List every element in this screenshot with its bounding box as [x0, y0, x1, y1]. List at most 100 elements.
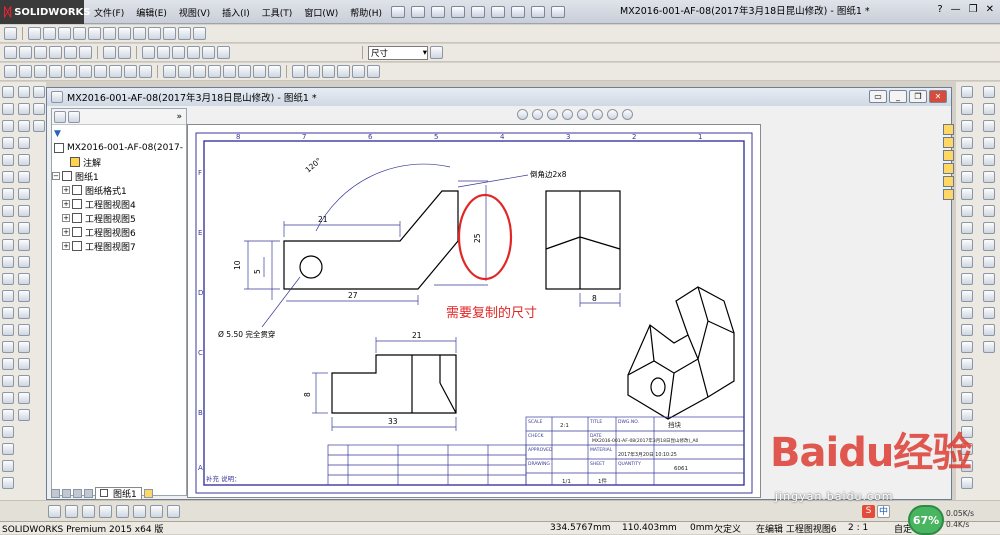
sketch-copy-icon[interactable] — [983, 341, 995, 353]
zoom-in-icon[interactable] — [58, 27, 71, 40]
view-right[interactable] — [545, 190, 621, 290]
slot-icon[interactable] — [961, 222, 973, 234]
chamfer-note[interactable]: 倒角边2x8 — [530, 169, 567, 179]
dim-21-text[interactable]: 21 — [318, 215, 328, 224]
trim-icon[interactable] — [292, 65, 305, 78]
sketch-mirror-icon[interactable] — [983, 273, 995, 285]
first-sheet-icon[interactable] — [51, 488, 60, 498]
point-icon[interactable] — [238, 65, 251, 78]
dim-8-right-text[interactable]: 8 — [592, 294, 597, 303]
open-icon[interactable] — [431, 6, 446, 18]
tree-item[interactable]: + 工程图视图6 — [52, 225, 186, 239]
revision-icon[interactable] — [2, 256, 14, 268]
fix-tool-icon[interactable] — [18, 307, 30, 319]
distribute-icon[interactable] — [94, 65, 107, 78]
menu-help[interactable]: 帮助(H) — [344, 6, 388, 19]
cpu-gauge[interactable]: 67% — [908, 505, 944, 535]
arc-r-icon[interactable] — [961, 256, 973, 268]
detail-icon[interactable] — [2, 443, 14, 455]
tree-item[interactable]: + 工程图视图5 — [52, 211, 186, 225]
tb-drawing-no[interactable]: MX2016-001-AF-08(2017年3月18日昆山修改)_A0 — [592, 437, 699, 444]
block-icon[interactable] — [2, 273, 14, 285]
chamfer-tool-icon[interactable] — [18, 222, 30, 234]
zoom-to-area-icon[interactable] — [532, 109, 543, 120]
sketch-offset-icon[interactable] — [983, 256, 995, 268]
color-display-icon[interactable] — [217, 46, 230, 59]
arc-icon[interactable] — [208, 65, 221, 78]
sketch-star-icon[interactable] — [983, 205, 995, 217]
space-icon[interactable] — [109, 65, 122, 78]
view-settings-icon[interactable] — [607, 109, 618, 120]
tree-expander[interactable]: + — [62, 200, 70, 208]
filter-icon[interactable]: ▼ — [54, 129, 61, 139]
hole-note[interactable]: Ø 5.50 完全贯穿 — [218, 329, 275, 339]
ime-mode-icon[interactable]: 中 — [877, 505, 890, 518]
tree-expander[interactable]: − — [52, 172, 60, 180]
select-icon[interactable] — [103, 46, 116, 59]
hatch-icon[interactable] — [2, 290, 14, 302]
sketch-text-icon[interactable] — [983, 188, 995, 200]
fillet-icon[interactable] — [961, 290, 973, 302]
resources-icon[interactable] — [961, 86, 973, 98]
circle-icon[interactable] — [193, 65, 206, 78]
dim-27-text[interactable]: 27 — [348, 291, 358, 300]
tree-root[interactable]: MX2016-001-AF-08(2017- — [52, 141, 186, 155]
save-doc-icon[interactable] — [34, 46, 47, 59]
view-top-left[interactable] — [283, 190, 459, 290]
layer-icon[interactable] — [142, 46, 155, 59]
dim-21-front-text[interactable]: 21 — [412, 331, 422, 340]
explorer-tab-icon[interactable] — [943, 150, 954, 161]
quick-check-icon[interactable] — [150, 504, 163, 518]
sketch-line-icon[interactable] — [163, 65, 176, 78]
quick-grid-icon[interactable] — [65, 504, 78, 518]
align-top-icon[interactable] — [34, 65, 47, 78]
text-r-icon[interactable] — [961, 324, 973, 336]
close-icon[interactable]: ✕ — [986, 4, 994, 15]
mirror-icon[interactable] — [337, 65, 350, 78]
section-icon[interactable] — [148, 27, 161, 40]
aux-view-icon[interactable] — [2, 477, 14, 489]
design-library-icon[interactable] — [961, 103, 973, 115]
zoom-to-fit-icon[interactable] — [517, 109, 528, 120]
layer-tool-icon[interactable] — [18, 392, 30, 404]
dim-25-text[interactable]: 25 — [473, 233, 482, 243]
line-style-icon[interactable] — [187, 46, 200, 59]
spell-icon[interactable] — [2, 324, 14, 336]
home-tab-icon[interactable] — [943, 124, 954, 135]
balloon-icon[interactable] — [2, 120, 14, 132]
rotate-icon[interactable] — [88, 27, 101, 40]
polygon-icon[interactable] — [961, 239, 973, 251]
tb-title[interactable]: 挡块 — [668, 420, 682, 429]
ime-indicator[interactable]: S 中 — [862, 505, 890, 518]
select-filter-icon[interactable] — [118, 46, 131, 59]
hide-items-icon[interactable] — [622, 109, 633, 120]
props-tab-icon[interactable] — [943, 189, 954, 200]
last-sheet-icon[interactable] — [84, 488, 93, 498]
doc-restore-icon[interactable]: ❐ — [909, 90, 927, 103]
quick-layers-icon[interactable] — [116, 504, 129, 518]
tree-expander[interactable]: + — [62, 242, 70, 250]
center-mark-icon[interactable] — [2, 222, 14, 234]
break-icon[interactable] — [2, 409, 14, 421]
abc-icon[interactable] — [18, 137, 30, 149]
dimension-style-dropdown[interactable]: 尺寸 ▾ — [368, 45, 428, 60]
display-tool-icon[interactable] — [18, 324, 30, 336]
weld-symbol-icon[interactable] — [2, 154, 14, 166]
quick-settings-icon[interactable] — [167, 504, 180, 518]
text-tool-icon[interactable] — [18, 120, 30, 132]
options-icon[interactable] — [551, 6, 566, 18]
tree-expander[interactable]: + — [62, 186, 70, 194]
point-r-icon[interactable] — [961, 341, 973, 353]
align-right-icon[interactable] — [19, 65, 32, 78]
hide-edge-icon[interactable] — [202, 46, 215, 59]
grid-tool-icon[interactable] — [18, 358, 30, 370]
custom-props-icon[interactable] — [961, 171, 973, 183]
line-color-icon[interactable] — [157, 46, 170, 59]
open-doc-icon[interactable] — [19, 46, 32, 59]
appearance-icon[interactable] — [178, 27, 191, 40]
offset-tool-icon[interactable] — [18, 273, 30, 285]
tree-item[interactable]: + 工程图视图4 — [52, 197, 186, 211]
dim-5-text[interactable]: 5 — [253, 269, 262, 274]
display-style-icon[interactable] — [592, 109, 603, 120]
add-sheet-icon[interactable] — [143, 488, 153, 498]
